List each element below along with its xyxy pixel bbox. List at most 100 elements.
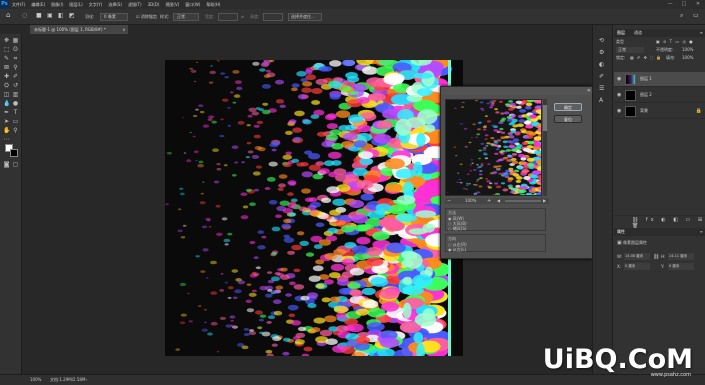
menu-edit[interactable]: 编辑(E) — [28, 2, 48, 8]
direction-left-radio[interactable]: ◉ 从左(L) — [448, 247, 466, 253]
artboard-tool-icon[interactable]: ▦ — [12, 37, 19, 44]
path-select-tool-icon[interactable]: ➤ — [3, 118, 10, 125]
history-panel-icon[interactable]: ⟲ — [599, 37, 604, 44]
filter-icons[interactable]: ▣ ⊘ T ▭ ◎ ● — [656, 39, 694, 44]
adjust-panel-icon[interactable]: ◐ — [599, 61, 604, 68]
type-tool-icon[interactable]: T — [12, 109, 19, 116]
brush-panel-icon[interactable]: ✐ — [599, 73, 604, 80]
menu-3d[interactable]: 3D(D) — [145, 2, 163, 7]
properties-menu-icon[interactable]: ≡ — [700, 228, 703, 236]
zoom-in-icon[interactable]: + — [487, 198, 491, 204]
menu-type[interactable]: 文字(Y) — [86, 2, 106, 8]
home-icon[interactable]: ⌂ — [6, 11, 10, 19]
method-stagger-radio[interactable]: ○ 飓风(S) — [448, 226, 466, 232]
h-input[interactable]: 14.11 厘米 — [668, 253, 694, 260]
visibility-eye-icon[interactable]: ◉ — [617, 93, 622, 98]
zoom-out-icon[interactable]: − — [447, 198, 451, 204]
layer-row[interactable]: ◉ 背景 🔒 — [614, 104, 705, 119]
workspace-icon[interactable]: ▭ — [693, 12, 699, 20]
pen-tool-icon[interactable]: ✒ — [3, 109, 10, 116]
x-input[interactable]: 0 厘米 — [624, 263, 650, 270]
preview-scrollbar[interactable] — [543, 99, 547, 196]
add-selection-icon[interactable]: ▣ — [47, 12, 53, 20]
gradient-tool-icon[interactable]: ▥ — [12, 91, 19, 98]
tab-channels[interactable]: 通道 — [634, 29, 642, 37]
subtract-selection-icon[interactable]: ◧ — [58, 12, 64, 20]
eraser-tool-icon[interactable]: ◫ — [3, 91, 10, 98]
feather-input[interactable]: 0 像素 — [100, 13, 128, 21]
status-doc-info[interactable]: 文档:1.29M/2.58M — [50, 377, 85, 383]
menu-image[interactable]: 图像(I) — [48, 2, 66, 8]
swap-icon[interactable]: ⇄ — [241, 13, 244, 21]
lasso-tool-icon[interactable]: ʘ — [12, 46, 19, 53]
hand-tool-icon[interactable]: ✋ — [3, 127, 10, 134]
dialog-close-icon[interactable]: ✕ — [587, 87, 591, 95]
maximize-button[interactable]: □ — [677, 0, 691, 9]
quick-select-tool-icon[interactable]: ✎ — [3, 55, 10, 62]
clone-stamp-tool-icon[interactable]: ⛭ — [3, 82, 10, 89]
dialog-titlebar[interactable]: ✕ — [441, 87, 594, 95]
menu-file[interactable]: 文件(F) — [9, 2, 28, 8]
status-zoom[interactable]: 100% — [30, 377, 41, 382]
opacity-value[interactable]: 100% — [682, 47, 693, 52]
link-wh-icon[interactable]: ⛓ — [653, 254, 659, 260]
quick-mask-icon[interactable]: ◙ — [3, 161, 10, 168]
marquee-tool-icon[interactable]: ⬚ — [3, 46, 10, 53]
search-icon[interactable]: ⌕ — [680, 12, 683, 20]
panel-menu-icon[interactable]: ≡ — [700, 29, 703, 37]
frame-tool-icon[interactable]: ⊠ — [3, 64, 10, 71]
ok-button[interactable]: 确定 — [554, 103, 582, 111]
edit-toolbar-icon[interactable]: ⋯ — [3, 136, 10, 143]
visibility-eye-icon[interactable]: ◉ — [617, 109, 622, 114]
scroll-right-icon[interactable]: ▶ — [543, 198, 546, 204]
libraries-panel-icon[interactable]: ☰ — [599, 85, 604, 92]
zoom-tool-icon[interactable]: ⚲ — [12, 127, 19, 134]
reset-button[interactable]: 复位 — [554, 115, 582, 123]
move-tool-icon[interactable]: ✥ — [3, 37, 10, 44]
character-panel-icon[interactable]: A — [599, 97, 603, 104]
menu-layer[interactable]: 图层(L) — [66, 2, 85, 8]
crop-tool-icon[interactable]: ⌗ — [12, 55, 19, 62]
screen-mode-icon[interactable]: ▢ — [12, 161, 19, 168]
menu-help[interactable]: 帮助(H) — [203, 2, 223, 8]
menu-filter[interactable]: 滤镜(T) — [125, 2, 145, 8]
y-input[interactable]: 0 厘米 — [668, 263, 694, 270]
dodge-tool-icon[interactable]: ● — [12, 100, 19, 107]
antialias-checkbox[interactable]: ☑ 消除锯齿 — [136, 13, 157, 21]
tab-layers[interactable]: 图层 — [617, 29, 625, 37]
height-input[interactable] — [263, 13, 283, 21]
intersect-selection-icon[interactable]: ◩ — [69, 12, 75, 20]
fill-value[interactable]: 100% — [682, 55, 693, 60]
minimize-button[interactable]: — — [663, 0, 677, 9]
layer-row[interactable]: ◉ 图层 1 — [614, 72, 705, 87]
eyedropper-tool-icon[interactable]: ⚲ — [12, 64, 19, 71]
shape-tool-icon[interactable]: ▭ — [12, 118, 19, 125]
blur-tool-icon[interactable]: 💧 — [3, 100, 10, 107]
width-input[interactable] — [218, 13, 238, 21]
new-selection-icon[interactable]: ■ — [36, 12, 42, 20]
document-canvas[interactable] — [165, 60, 463, 356]
style-select[interactable]: 正常 — [173, 13, 199, 21]
kind-filter-label[interactable]: 类型 — [616, 39, 624, 45]
filter-preview[interactable] — [445, 99, 542, 196]
lock-icons[interactable]: ▦ ✐ ✥ ⛶ 🔒 — [630, 55, 662, 60]
visibility-eye-icon[interactable]: ◉ — [617, 77, 622, 82]
properties-panel-icon[interactable]: ⚙ — [599, 49, 604, 56]
close-tab-icon[interactable]: x — [123, 25, 125, 34]
blend-mode-select[interactable]: 正常 — [616, 47, 644, 53]
select-and-mask-button[interactable]: 选择并遮住... — [288, 13, 322, 21]
menu-window[interactable]: 窗口(W) — [182, 2, 203, 8]
marquee-tool-icon[interactable]: ◌ — [22, 12, 27, 20]
menu-view[interactable]: 视图(V) — [162, 2, 182, 8]
healing-brush-tool-icon[interactable]: ✚ — [3, 73, 10, 80]
brush-tool-icon[interactable]: ✐ — [12, 73, 19, 80]
w-input[interactable]: 14.08 厘米 — [624, 253, 650, 260]
background-color-swatch[interactable] — [10, 149, 18, 157]
document-tab[interactable]: 未标题-1 @ 100% (图层 1, RGB/8#) * x — [30, 25, 128, 34]
history-brush-tool-icon[interactable]: ↺ — [12, 82, 19, 89]
layer-row[interactable]: ◉ 图层 2 — [614, 88, 705, 103]
close-window-button[interactable]: ✕ — [691, 0, 705, 9]
menu-select[interactable]: 选择(S) — [105, 2, 125, 8]
status-arrow-icon[interactable]: › — [86, 377, 88, 382]
scroll-left-icon[interactable]: ◀ — [497, 198, 500, 204]
